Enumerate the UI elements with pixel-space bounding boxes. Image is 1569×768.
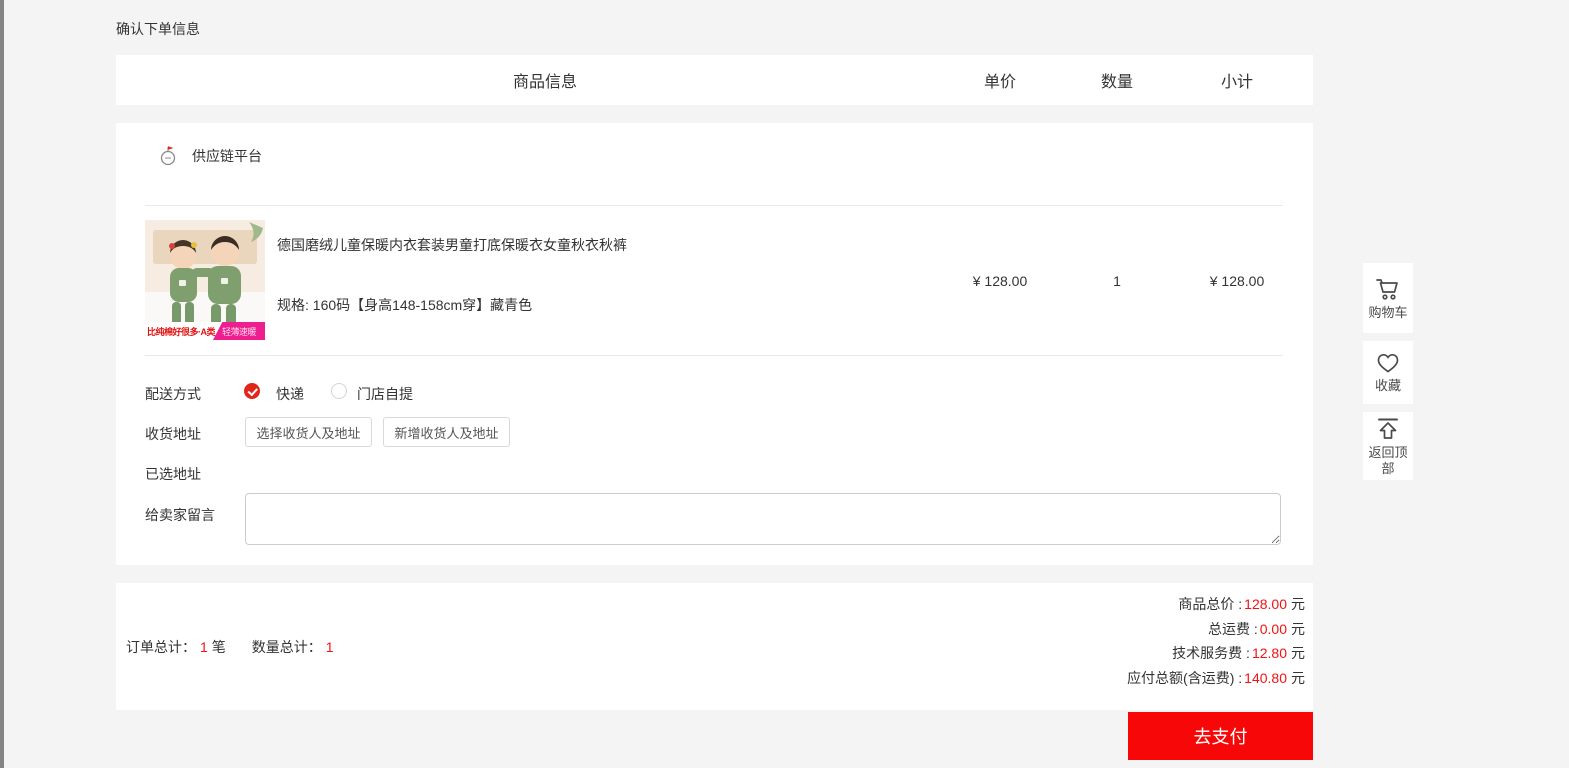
summary-row-service-fee: 技术服务费 : 12.80 元 bbox=[1172, 641, 1305, 666]
select-address-button[interactable]: 选择收货人及地址 bbox=[245, 417, 372, 447]
product-quantity: 1 bbox=[1113, 273, 1121, 289]
banner-right-text: 轻薄速暖 bbox=[213, 322, 265, 340]
sidebar-item-favorites[interactable]: 收藏 bbox=[1363, 341, 1413, 404]
delivery-method-label: 配送方式 bbox=[145, 384, 201, 404]
radio-store-pickup-label[interactable]: 门店自提 bbox=[357, 384, 413, 404]
goods-total-value: 128.00 bbox=[1244, 592, 1287, 617]
store-name[interactable]: 供应链平台 bbox=[192, 146, 262, 166]
summary-row-shipping: 总运费 : 0.00 元 bbox=[1208, 617, 1305, 642]
sidebar-item-back-to-top[interactable]: 返回顶部 bbox=[1363, 412, 1413, 480]
order-totals-line: 订单总计： 1 笔 数量总计： 1 bbox=[126, 637, 338, 657]
selected-address-label: 已选地址 bbox=[145, 464, 201, 484]
summary-row-payable-total: 应付总额(含运费) : 140.80 元 bbox=[1127, 666, 1305, 691]
qty-total-label: 数量总计： bbox=[252, 637, 322, 657]
sidebar-back-to-top-label: 返回顶部 bbox=[1368, 445, 1408, 477]
sidebar-item-cart[interactable]: 购物车 bbox=[1363, 263, 1413, 333]
order-card: 供应链平台 bbox=[116, 123, 1313, 565]
product-unit-price: ¥ 128.00 bbox=[973, 273, 1028, 289]
seller-message-textarea[interactable] bbox=[245, 493, 1281, 545]
payable-total-value: 140.80 bbox=[1244, 666, 1287, 691]
order-table-header: 商品信息 单价 数量 小计 bbox=[116, 55, 1313, 105]
cart-icon bbox=[1374, 276, 1402, 302]
column-product-info: 商品信息 bbox=[513, 68, 577, 92]
store-icon bbox=[158, 145, 178, 167]
order-count-value: 1 bbox=[200, 639, 208, 655]
radio-express[interactable] bbox=[244, 383, 260, 399]
radio-store-pickup[interactable] bbox=[331, 383, 347, 399]
column-subtotal: 小计 bbox=[1221, 68, 1253, 92]
store-row: 供应链平台 bbox=[158, 145, 262, 167]
summary-rows: 商品总价 : 128.00 元 总运费 : 0.00 元 技术服务费 : 12.… bbox=[1127, 592, 1305, 690]
summary-card: 商品总价 : 128.00 元 总运费 : 0.00 元 技术服务费 : 12.… bbox=[116, 583, 1313, 710]
sidebar-cart-label: 购物车 bbox=[1368, 305, 1408, 321]
banner-left-text: 比纯棉好很多·A类 bbox=[145, 325, 215, 338]
product-title[interactable]: 德国磨绒儿童保暖内衣套装男童打底保暖衣女童秋衣秋裤 bbox=[277, 235, 977, 255]
divider bbox=[145, 355, 1283, 356]
seller-message-label: 给卖家留言 bbox=[145, 505, 215, 525]
back-to-top-icon bbox=[1374, 416, 1402, 442]
service-fee-value: 12.80 bbox=[1252, 641, 1287, 666]
product-image[interactable]: 比纯棉好很多·A类 轻薄速暖 bbox=[145, 220, 265, 340]
order-count-unit: 笔 bbox=[212, 637, 226, 657]
sidebar-favorites-label: 收藏 bbox=[1368, 378, 1408, 394]
page-title: 确认下单信息 bbox=[116, 19, 200, 39]
order-count-label: 订单总计： bbox=[126, 637, 196, 657]
product-spec: 规格: 160码【身高148-158cm穿】藏青色 bbox=[277, 295, 532, 315]
divider bbox=[145, 205, 1283, 206]
add-address-button[interactable]: 新增收货人及地址 bbox=[383, 417, 510, 447]
go-to-pay-button[interactable]: 去支付 bbox=[1128, 712, 1313, 760]
shipping-fee-value: 0.00 bbox=[1260, 617, 1287, 642]
left-scrollbar[interactable] bbox=[0, 0, 4, 768]
summary-row-goods-total: 商品总价 : 128.00 元 bbox=[1178, 592, 1305, 617]
product-photo: 比纯棉好很多·A类 轻薄速暖 bbox=[145, 220, 265, 340]
column-quantity: 数量 bbox=[1101, 68, 1133, 92]
qty-total-value: 1 bbox=[326, 639, 334, 655]
shipping-address-label: 收货地址 bbox=[145, 424, 201, 444]
product-image-banner: 比纯棉好很多·A类 轻薄速暖 bbox=[145, 322, 265, 340]
product-subtotal: ¥ 128.00 bbox=[1210, 273, 1265, 289]
radio-express-label[interactable]: 快递 bbox=[276, 384, 304, 404]
column-unit-price: 单价 bbox=[984, 68, 1016, 92]
heart-icon bbox=[1374, 351, 1402, 375]
